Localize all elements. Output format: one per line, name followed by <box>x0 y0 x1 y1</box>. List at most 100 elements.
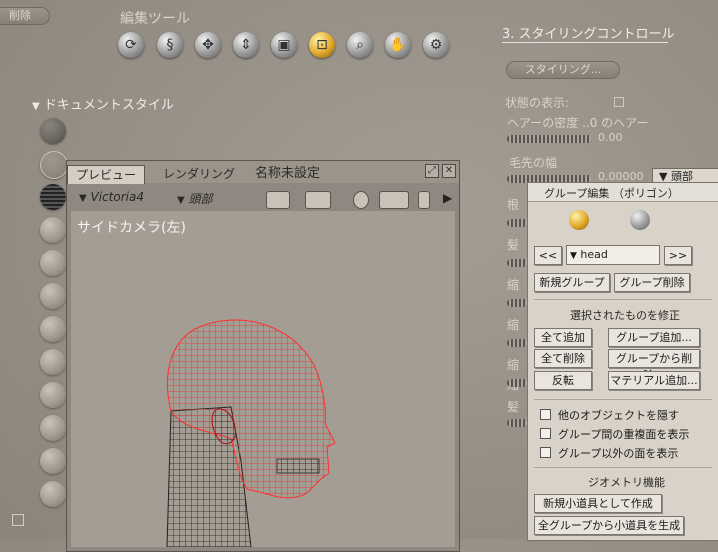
document-style-title: ▼ ドキュメントスタイル <box>32 94 174 113</box>
divider <box>534 399 712 400</box>
show-ungrouped-checkbox[interactable] <box>540 447 551 458</box>
add-material-button[interactable]: マテリアル追加... <box>608 371 700 390</box>
group-editor-title: グループ編集 （ポリゴン） <box>544 187 679 200</box>
small-square-icon[interactable] <box>12 514 24 526</box>
clipped-label: 根 <box>507 198 520 212</box>
clipped-slider[interactable] <box>507 259 527 267</box>
preview-toolbar: ▼ Victoria4 ▼ 頭部 ▶ <box>71 185 455 211</box>
hide-other-objects-label: 他のオブジェクトを隠す <box>558 409 679 422</box>
wireframe-head <box>166 319 336 547</box>
show-ungrouped-label: グループ以外の面を表示 <box>558 447 679 460</box>
clipped-slider[interactable] <box>507 339 527 347</box>
styling-title: 3. スタイリングコントロール <box>502 27 675 42</box>
style-ball[interactable] <box>40 481 66 507</box>
hair-density-value: 0.00 <box>598 131 623 144</box>
magnify-tool-icon[interactable]: ⌕ <box>347 32 373 58</box>
clipped-label: 髪 <box>507 400 520 414</box>
document-style-title-text: ドキュメントスタイル <box>43 98 174 113</box>
remove-polygon-icon[interactable] <box>630 210 650 230</box>
remove-all-button[interactable]: 全て削除 <box>534 349 592 368</box>
orbit-icon[interactable] <box>353 191 369 209</box>
new-group-button[interactable]: 新規グループ <box>534 273 610 292</box>
create-all-props-button[interactable]: 全グループから小道具を生成 <box>534 516 684 535</box>
group-tool-icon[interactable]: ⊡ <box>309 32 335 58</box>
style-ball[interactable] <box>40 349 66 375</box>
rotate-tool-icon[interactable]: ⟳ <box>118 32 144 58</box>
divider <box>534 467 712 468</box>
divider <box>534 299 712 300</box>
translate-tool-icon[interactable]: ✥ <box>195 32 221 58</box>
tools-title: 編集ツール <box>120 11 190 27</box>
styling-title-underline <box>502 42 668 43</box>
delete-group-button[interactable]: グループ削除 <box>614 273 690 292</box>
hair-density-slider[interactable] <box>507 135 591 143</box>
next-group-button[interactable]: >> <box>664 246 692 265</box>
chevron-down-icon: ▼ <box>177 195 185 206</box>
twist-tool-icon[interactable]: § <box>157 32 183 58</box>
chevron-down-icon: ▼ <box>570 251 577 261</box>
triangle-down-icon: ▼ <box>32 101 40 112</box>
geometry-heading: ジオメトリ機能 <box>588 476 665 489</box>
style-ball[interactable] <box>40 283 66 309</box>
modify-heading: 選択されたものを修正 <box>570 309 680 322</box>
group-select[interactable]: ▼ head <box>566 245 660 265</box>
show-overlap-label: グループ間の重複面を表示 <box>558 428 690 441</box>
figure-select-label: Victoria4 <box>90 190 144 204</box>
style-ball[interactable] <box>40 184 66 210</box>
state-checkbox[interactable] <box>614 97 624 107</box>
remove-from-group-button[interactable]: グループから削除... <box>608 349 700 382</box>
preview-tabbar: プレビュー レンダリング 名称未設定 ⤢ ✕ <box>67 161 459 184</box>
group-editor-panel: グループ編集 （ポリゴン） << ▼ head >> 新規グループ グループ削除… <box>527 182 718 541</box>
move-tool-icon[interactable]: ⇕ <box>233 32 259 58</box>
chevron-down-icon: ▼ <box>79 193 87 204</box>
part-select[interactable]: ▼ 頭部 <box>177 190 213 207</box>
add-group-button[interactable]: グループ追加... <box>608 328 700 347</box>
joint-tool-icon[interactable]: ⚙ <box>423 32 449 58</box>
scale-tool-icon[interactable]: ▣ <box>271 32 297 58</box>
delete-button[interactable]: 削除 <box>0 7 50 25</box>
add-polygon-icon[interactable] <box>569 210 589 230</box>
style-ball[interactable] <box>40 415 66 441</box>
pan-icon[interactable] <box>379 191 409 209</box>
preview-window: プレビュー レンダリング 名称未設定 ⤢ ✕ ▼ Victoria4 ▼ 頭部 … <box>66 160 460 552</box>
group-editor-header: グループ編集 （ポリゴン） <box>528 183 718 202</box>
clipped-label: 縮 <box>507 278 520 292</box>
styling-button-label: スタイリング... <box>524 63 602 76</box>
camera-select-icon[interactable] <box>305 191 331 209</box>
delete-button-label: 削除 <box>9 9 31 22</box>
scale-camera-icon[interactable] <box>418 191 430 209</box>
style-ball[interactable] <box>40 217 66 243</box>
clipped-slider[interactable] <box>507 379 527 387</box>
close-icon[interactable]: ✕ <box>442 164 456 178</box>
clipped-slider[interactable] <box>507 419 527 427</box>
show-overlap-checkbox[interactable] <box>540 428 551 439</box>
clipped-label: 髪 <box>507 238 520 252</box>
style-ball[interactable] <box>40 316 66 342</box>
part-select-label: 頭部 <box>188 192 213 206</box>
preview-title: 名称未設定 <box>255 166 321 181</box>
group-select-label: head <box>580 248 608 261</box>
invert-button[interactable]: 反転 <box>534 371 592 390</box>
add-all-button[interactable]: 全て追加 <box>534 328 592 347</box>
camera-icon[interactable] <box>266 191 290 209</box>
tab-preview[interactable]: プレビュー <box>67 165 146 184</box>
clipped-label: 縮 <box>507 318 520 332</box>
viewport[interactable]: サイドカメラ(左) <box>71 211 455 547</box>
clipped-slider[interactable] <box>507 219 527 227</box>
grab-tool-icon[interactable]: ✋ <box>385 32 411 58</box>
style-ball[interactable] <box>40 382 66 408</box>
prev-group-button[interactable]: << <box>534 246 562 265</box>
tip-width-label: 毛先の幅 <box>509 156 558 170</box>
style-ball[interactable] <box>40 118 66 144</box>
tab-render[interactable]: レンダリング <box>155 165 243 183</box>
style-ball[interactable] <box>40 151 68 179</box>
styling-button[interactable]: スタイリング... <box>506 61 620 79</box>
play-icon[interactable]: ▶ <box>443 191 452 205</box>
create-prop-button[interactable]: 新規小道具として作成 <box>534 494 662 513</box>
style-ball[interactable] <box>40 448 66 474</box>
figure-select[interactable]: ▼ Victoria4 <box>79 190 144 204</box>
clipped-slider[interactable] <box>507 299 527 307</box>
style-ball[interactable] <box>40 250 66 276</box>
hide-other-objects-checkbox[interactable] <box>540 409 551 420</box>
maximize-icon[interactable]: ⤢ <box>425 164 439 178</box>
